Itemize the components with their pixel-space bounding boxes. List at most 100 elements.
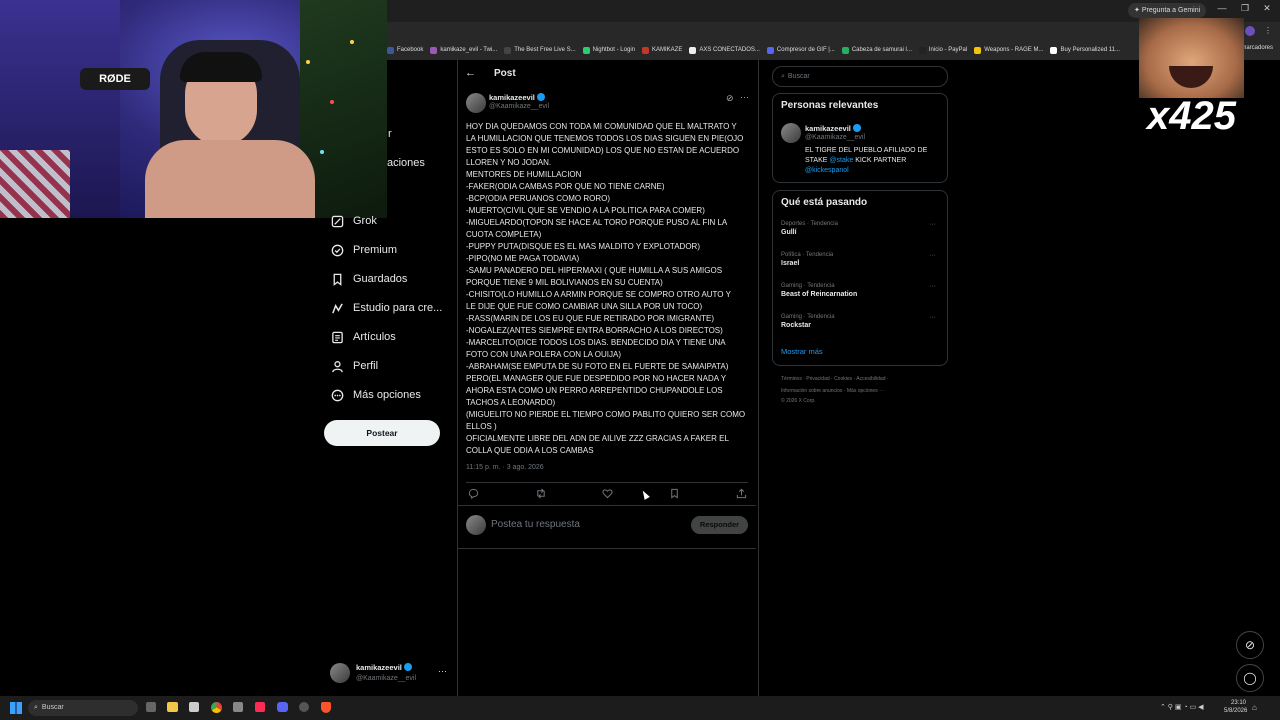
sidebar-item-more[interactable]: Más opciones [330, 385, 421, 405]
file-explorer-icon[interactable] [167, 702, 178, 712]
reply-icon[interactable] [468, 488, 479, 502]
reply-button[interactable]: Responder [691, 516, 748, 534]
messages-icon[interactable]: ◯ [1236, 664, 1264, 692]
footer-copyright: © 2026 X Corp. [781, 398, 816, 404]
sidebar-item-premium[interactable]: Premium [330, 240, 397, 260]
bookmark-item[interactable]: Inicio - PayPal [918, 46, 967, 54]
account-avatar[interactable] [330, 663, 350, 683]
sidebar-item-profile[interactable]: Perfil [330, 356, 378, 376]
task-view-icon[interactable] [146, 702, 156, 712]
author-avatar[interactable] [466, 93, 486, 113]
account-switcher[interactable]: kamikazeevil [356, 663, 412, 672]
reply-input[interactable]: Postea tu respuesta [491, 519, 580, 530]
trend-more-icon[interactable]: ··· [929, 283, 936, 290]
search-input[interactable]: ⌕ Buscar [772, 66, 948, 87]
bio-link[interactable]: @stake [829, 157, 853, 164]
sidebar-partial-notifications[interactable]: aciones [387, 157, 425, 169]
discord-icon[interactable] [277, 702, 288, 712]
menu-icon[interactable]: ⋮ [1264, 26, 1272, 35]
tiktok-icon[interactable] [255, 702, 265, 712]
verified-icon [852, 124, 861, 133]
sidebar-item-articles[interactable]: Artículos [330, 327, 396, 347]
post-more-icon[interactable]: ··· [740, 92, 749, 102]
grok-float-icon[interactable]: ⊘ [1236, 631, 1264, 659]
minimize-icon[interactable]: — [1212, 3, 1232, 13]
bookmark-item[interactable]: Buy Personalized 11... [1050, 46, 1120, 54]
obs-icon[interactable] [299, 702, 309, 712]
bio-link[interactable]: @kickespanol [805, 167, 849, 174]
repost-icon[interactable] [535, 488, 547, 502]
footer-links[interactable]: Información sobre anuncios · Más opcione… [781, 388, 884, 394]
grok-icon [330, 214, 344, 228]
premium-icon [330, 243, 344, 257]
footer-links[interactable]: Términos · Privacidad · Cookies · Accesi… [781, 376, 889, 382]
author-handle: @Kaamikaze__evil [489, 103, 550, 110]
share-icon[interactable] [736, 488, 747, 502]
windows-start-icon[interactable] [10, 702, 22, 714]
site-icon [504, 46, 512, 54]
post-text: HOY DIA QUEDAMOS CON TODA MI COMUNIDAD Q… [466, 122, 746, 455]
bookmark-item[interactable]: Weapons - RAGE M... [974, 46, 1043, 54]
bookmark-item[interactable]: The Best Free Live S... [504, 46, 576, 54]
app-icon[interactable] [233, 702, 243, 712]
trends-title: Qué está pasando [781, 197, 868, 208]
sidebar-partial-item[interactable]: r [388, 128, 392, 140]
sidebar-item-bookmarks[interactable]: Guardados [330, 269, 407, 289]
kamikaze-icon [642, 46, 649, 54]
notification-icon[interactable]: ⌂ [1252, 703, 1257, 712]
bookmark-item[interactable]: kamikaze_evil - Twi... [430, 46, 497, 54]
bookmark-item[interactable]: Nightbot - Login [582, 46, 635, 54]
gif-icon [766, 46, 774, 54]
grok-post-icon[interactable]: ⊘ [726, 93, 734, 104]
sidebar-item-studio[interactable]: Estudio para cre... [330, 298, 442, 318]
facebook-icon [387, 46, 394, 54]
divider [466, 482, 748, 483]
sidebar-item-label: Perfil [353, 360, 379, 372]
sidebar-item-label: Estudio para cre... [353, 302, 443, 314]
account-handle: @Kaamikaze__evil [356, 675, 417, 682]
trend-more-icon[interactable]: ··· [929, 314, 936, 321]
trend-item[interactable]: Gaming · Tendencia Rockstar [781, 314, 835, 329]
show-more-link[interactable]: Mostrar más [781, 347, 823, 356]
maximize-icon[interactable]: ❐ [1235, 3, 1255, 14]
trend-more-icon[interactable]: ··· [929, 252, 936, 259]
studio-icon [330, 301, 344, 315]
sidebar-item-label: Premium [353, 244, 398, 256]
taskbar-search[interactable]: ⌕ Buscar [28, 700, 138, 716]
profile-avatar-icon[interactable] [1245, 26, 1255, 36]
account-more-icon[interactable]: ··· [438, 666, 447, 676]
trend-item[interactable]: Política · Tendencia Israel [781, 252, 833, 267]
store-icon[interactable] [189, 702, 199, 712]
like-icon[interactable] [602, 488, 613, 502]
back-arrow-icon[interactable]: ← [465, 67, 476, 79]
gemini-button[interactable]: ✦ Pregunta a Gemini [1128, 3, 1207, 18]
relevant-name[interactable]: kamikazeevil [805, 124, 861, 133]
bookmark-item[interactable]: AXS CONECTADOS... [689, 46, 760, 54]
post-timestamp[interactable]: 11:15 p. m. · 3 ago. 2026 [466, 464, 544, 471]
bookmark-item[interactable]: Compresor de GIF |... [766, 46, 835, 54]
samurai-icon [841, 46, 849, 54]
post-button[interactable]: Postear [324, 420, 440, 446]
relevant-avatar[interactable] [781, 123, 801, 143]
bookmark-item[interactable]: Facebook [387, 46, 423, 54]
trend-item[interactable]: Deportes · Tendencia Gullí [781, 221, 838, 236]
trend-item[interactable]: Gaming · Tendencia Beast of Reincarnatio… [781, 283, 857, 298]
sidebar-item-label: Grok [353, 215, 377, 227]
search-icon: ⌕ [34, 704, 38, 711]
trends-card [772, 190, 948, 366]
tray-icons[interactable]: ⌃ ⚲ ▣ ◔ ▭ ◀︎ [1160, 703, 1204, 711]
sidebar-item-label: Más opciones [353, 389, 421, 401]
close-icon[interactable]: ✕ [1257, 3, 1277, 14]
author-name[interactable]: kamikazeevil [489, 93, 545, 102]
bookmark-post-icon[interactable] [669, 488, 680, 502]
chrome-icon[interactable] [211, 702, 222, 713]
counter-text: x425 [1147, 94, 1236, 138]
clock[interactable]: 23:10 5/8/2026 [1224, 699, 1247, 715]
trend-more-icon[interactable]: ··· [929, 221, 936, 228]
twitch-icon [430, 46, 438, 54]
sidebar-item-grok[interactable]: Grok [330, 211, 377, 231]
brave-icon[interactable] [321, 702, 331, 713]
bookmark-item[interactable]: KAMIKAZE [642, 46, 682, 54]
more-options-icon [330, 388, 344, 402]
bookmark-item[interactable]: Cabeza de samurai l... [841, 46, 912, 54]
